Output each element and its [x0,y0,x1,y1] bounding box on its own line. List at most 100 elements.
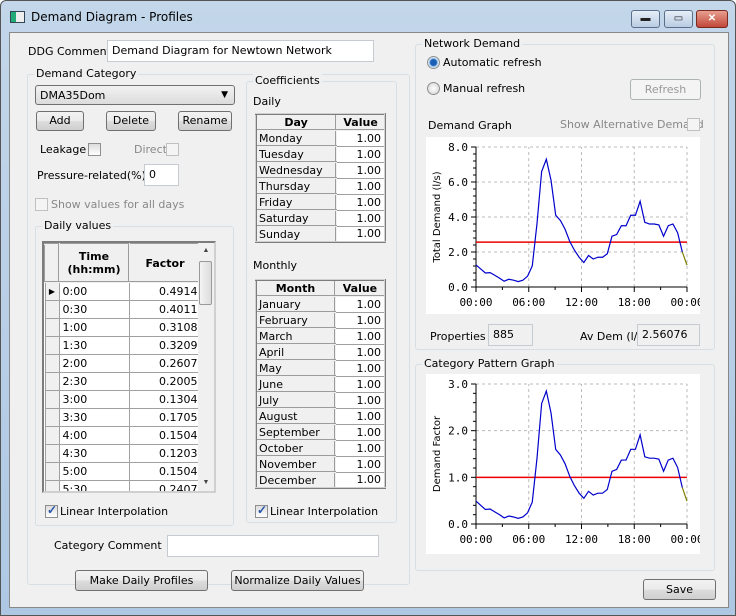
time-cell[interactable]: 5:00 [58,461,130,481]
normalize-daily-values-button[interactable]: Normalize Daily Values [231,570,364,591]
maximize-button[interactable]: ▭ [664,10,693,28]
scroll-down-icon[interactable]: ▼ [198,475,214,491]
row-selector[interactable] [44,335,60,355]
daily-values-row[interactable]: 5:00 0.1504 [44,461,202,481]
daily-values-row[interactable]: 0:30 0.4011 [44,299,202,319]
row-selector[interactable] [44,443,60,463]
day-coefficient-value-cell[interactable]: 1.00 [335,145,386,163]
day-coefficient-row[interactable]: Thursday 1.00 [254,177,386,195]
close-button[interactable]: ✕ [696,10,728,28]
pressure-related-input[interactable]: 0 [144,164,179,186]
day-coefficient-value-cell[interactable]: 1.00 [335,161,386,179]
month-coefficient-value-cell[interactable]: 1.00 [334,375,386,393]
day-coefficient-value-cell[interactable]: 1.00 [335,225,386,243]
daily-values-row[interactable]: 1:30 0.3209 [44,335,202,355]
direct-checkbox[interactable] [166,143,179,156]
factor-cell[interactable]: 0.4011 [128,299,202,319]
factor-cell[interactable]: 0.2407 [128,479,202,491]
manual-refresh-radio[interactable] [427,82,440,95]
month-coefficient-value-cell[interactable]: 1.00 [334,455,386,473]
month-coefficient-value-cell[interactable]: 1.00 [334,471,386,489]
day-column-header[interactable]: Day [254,113,338,131]
daily-linear-interpolation-checkbox[interactable] [45,503,58,518]
month-coefficient-row[interactable]: July 1.00 [255,391,386,409]
day-coefficient-row[interactable]: Friday 1.00 [254,193,386,211]
coefficients-linear-interpolation-checkbox[interactable] [255,503,268,518]
day-coefficient-value-cell[interactable]: 1.00 [335,193,386,211]
day-coefficient-row[interactable]: Sunday 1.00 [254,225,386,243]
time-cell[interactable]: 5:30 [58,479,130,491]
time-column-header[interactable]: Time (hh:mm) [58,243,130,283]
month-coefficient-value-cell[interactable]: 1.00 [334,439,386,457]
month-coefficient-row[interactable]: January 1.00 [255,295,386,313]
factor-cell[interactable]: 0.4914 [128,281,202,301]
daily-values-row[interactable]: 4:30 0.1203 [44,443,202,463]
month-coefficient-value-cell[interactable]: 1.00 [334,295,386,313]
row-selector[interactable]: ▶ [44,281,60,301]
day-coefficient-row[interactable]: Monday 1.00 [254,129,386,147]
month-coefficient-row[interactable]: May 1.00 [255,359,386,377]
day-coefficient-value-cell[interactable]: 1.00 [335,209,386,227]
row-selector[interactable] [44,425,60,445]
row-selector[interactable] [44,371,60,391]
day-coefficient-value-cell[interactable]: 1.00 [335,129,386,147]
value-column-header[interactable]: Value [333,279,387,297]
month-coefficient-row[interactable]: August 1.00 [255,407,386,425]
month-coefficient-row[interactable]: March 1.00 [255,327,386,345]
month-coefficient-value-cell[interactable]: 1.00 [334,391,386,409]
time-cell[interactable]: 1:00 [58,317,130,337]
factor-cell[interactable]: 0.1304 [128,389,202,409]
row-selector[interactable] [44,389,60,409]
month-column-header[interactable]: Month [255,279,336,297]
factor-cell[interactable]: 0.2607 [128,353,202,373]
time-cell[interactable]: 4:30 [58,443,130,463]
factor-cell[interactable]: 0.1705 [128,407,202,427]
time-cell[interactable]: 3:00 [58,389,130,409]
factor-column-header[interactable]: Factor [128,243,202,283]
row-selector[interactable] [44,461,60,481]
automatic-refresh-radio[interactable] [427,56,440,69]
month-coefficient-value-cell[interactable]: 1.00 [334,311,386,329]
daily-values-row[interactable]: 3:30 0.1705 [44,407,202,427]
row-selector[interactable] [44,407,60,427]
value-column-header[interactable]: Value [335,113,386,131]
ddg-comment-input[interactable]: Demand Diagram for Newtown Network [107,40,374,62]
refresh-button[interactable]: Refresh [630,79,701,100]
row-selector[interactable] [44,353,60,373]
time-cell[interactable]: 3:30 [58,407,130,427]
month-coefficient-value-cell[interactable]: 1.00 [334,327,386,345]
month-coefficient-value-cell[interactable]: 1.00 [334,423,386,441]
factor-cell[interactable]: 0.1203 [128,443,202,463]
factor-cell[interactable]: 0.1504 [128,425,202,445]
month-coefficient-value-cell[interactable]: 1.00 [334,407,386,425]
factor-cell[interactable]: 0.2005 [128,371,202,391]
month-coefficient-row[interactable]: October 1.00 [255,439,386,457]
show-alternative-demand-checkbox[interactable] [687,118,700,131]
month-coefficient-row[interactable]: February 1.00 [255,311,386,329]
daily-values-row[interactable]: 2:00 0.2607 [44,353,202,373]
scroll-up-icon[interactable]: ▲ [198,243,214,259]
month-coefficient-value-cell[interactable]: 1.00 [334,359,386,377]
month-coefficient-row[interactable]: November 1.00 [255,455,386,473]
time-cell[interactable]: 0:30 [58,299,130,319]
show-all-days-checkbox[interactable] [35,198,48,211]
factor-cell[interactable]: 0.1504 [128,461,202,481]
factor-cell[interactable]: 0.3209 [128,335,202,355]
make-daily-profiles-button[interactable]: Make Daily Profiles [75,570,208,591]
daily-values-row[interactable]: 1:00 0.3108 [44,317,202,337]
day-coefficient-row[interactable]: Tuesday 1.00 [254,145,386,163]
day-coefficient-row[interactable]: Saturday 1.00 [254,209,386,227]
rename-button[interactable]: Rename [178,111,232,131]
delete-button[interactable]: Delete [106,111,156,131]
category-comment-input[interactable] [167,535,379,557]
daily-values-row[interactable]: 4:00 0.1504 [44,425,202,445]
month-coefficient-row[interactable]: December 1.00 [255,471,386,489]
time-cell[interactable]: 2:30 [58,371,130,391]
daily-values-row[interactable]: 5:30 0.2407 [44,479,202,491]
daily-values-scrollbar[interactable]: ▲ ▼ [198,243,214,491]
daily-values-row[interactable]: 3:00 0.1304 [44,389,202,409]
time-cell[interactable]: 1:30 [58,335,130,355]
minimize-button[interactable]: ▬ [631,10,660,28]
day-coefficient-row[interactable]: Wednesday 1.00 [254,161,386,179]
month-coefficient-row[interactable]: April 1.00 [255,343,386,361]
